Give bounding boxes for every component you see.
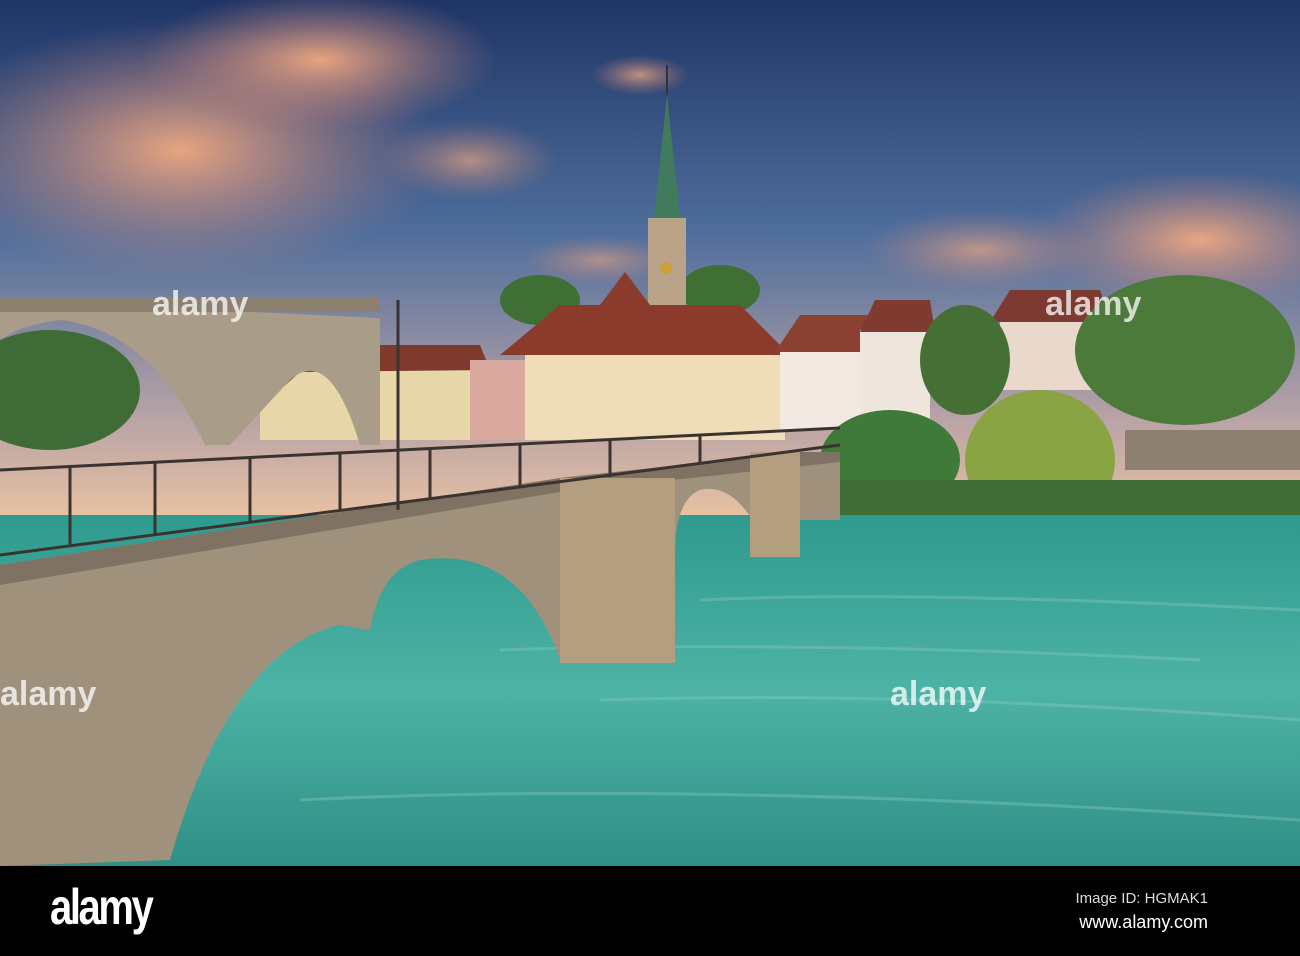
svg-text:alamy: alamy xyxy=(0,675,96,713)
alamy-logo[interactable]: alamy xyxy=(50,878,154,936)
image-id: Image ID: HGMAK1 xyxy=(1075,890,1208,907)
footer-bar: alamy Image ID: HGMAK1 www.alamy.com xyxy=(0,866,1300,956)
svg-text:alamy: alamy xyxy=(152,285,248,323)
photo-bern-river-bridge: alamy alamy alamy alamy xyxy=(0,0,1300,866)
svg-text:alamy: alamy xyxy=(1045,285,1141,323)
svg-text:alamy: alamy xyxy=(890,675,986,713)
site-url[interactable]: www.alamy.com xyxy=(1079,912,1208,933)
